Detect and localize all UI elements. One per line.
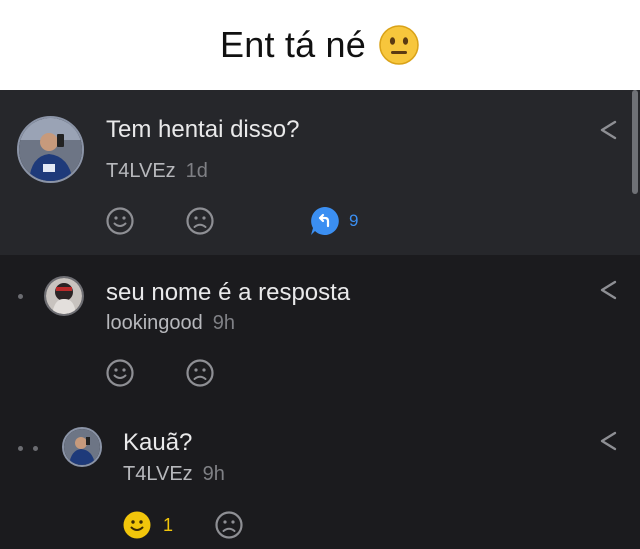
comment-meta: T4LVEz 1d [106, 160, 208, 183]
comment-item: Tem hentai disso? T4LVEz 1d 9 [0, 90, 640, 255]
comment-text: Kauã? [123, 429, 193, 456]
thread-depth-dot [18, 446, 23, 451]
upvote-smiley-icon[interactable] [105, 206, 135, 236]
like-count: 1 [163, 515, 174, 535]
meme-caption: Ent tá né [0, 0, 640, 90]
downvote-frown-icon[interactable] [214, 510, 244, 540]
downvote-frown-icon[interactable] [185, 358, 215, 388]
avatar[interactable] [44, 276, 84, 316]
comment-meta: T4LVEz 9h [123, 463, 225, 486]
reply-bubble-icon [311, 207, 339, 235]
thread-depth-dot [33, 446, 38, 451]
comment-time: 9h [212, 312, 235, 334]
downvote-frown-icon[interactable] [185, 206, 215, 236]
avatar[interactable] [17, 116, 84, 183]
comment-text: Tem hentai disso? [106, 116, 300, 143]
comment-author[interactable]: T4LVEz [106, 160, 176, 182]
comment-time: 1d [185, 160, 208, 182]
upvote-smiley-icon[interactable] [105, 358, 135, 388]
avatar[interactable] [62, 427, 102, 467]
share-icon[interactable] [596, 118, 620, 142]
upvote-smiley-icon-active[interactable] [122, 510, 152, 540]
share-icon[interactable] [596, 278, 620, 302]
comment-text: seu nome é a resposta [106, 279, 351, 306]
avatar-photo-icon [64, 429, 100, 465]
avatar-photo-icon [46, 278, 82, 314]
comment-author[interactable]: T4LVEz [123, 463, 193, 485]
comment-author[interactable]: lookingood [106, 312, 203, 334]
avatar-photo-icon [19, 118, 82, 181]
comment-time: 9h [202, 463, 225, 485]
neutral-face-emoji-icon [379, 25, 419, 65]
thread-depth-dot [18, 294, 23, 299]
share-icon[interactable] [596, 429, 620, 453]
comment-meta: lookingood 9h [106, 312, 235, 335]
comment-thread: Tem hentai disso? T4LVEz 1d 9 seu nome é… [0, 90, 640, 549]
scrollbar[interactable] [632, 90, 638, 194]
replies-button[interactable]: 9 [309, 205, 358, 237]
reply-count: 9 [349, 211, 359, 230]
caption-text: Ent tá né [220, 24, 366, 65]
